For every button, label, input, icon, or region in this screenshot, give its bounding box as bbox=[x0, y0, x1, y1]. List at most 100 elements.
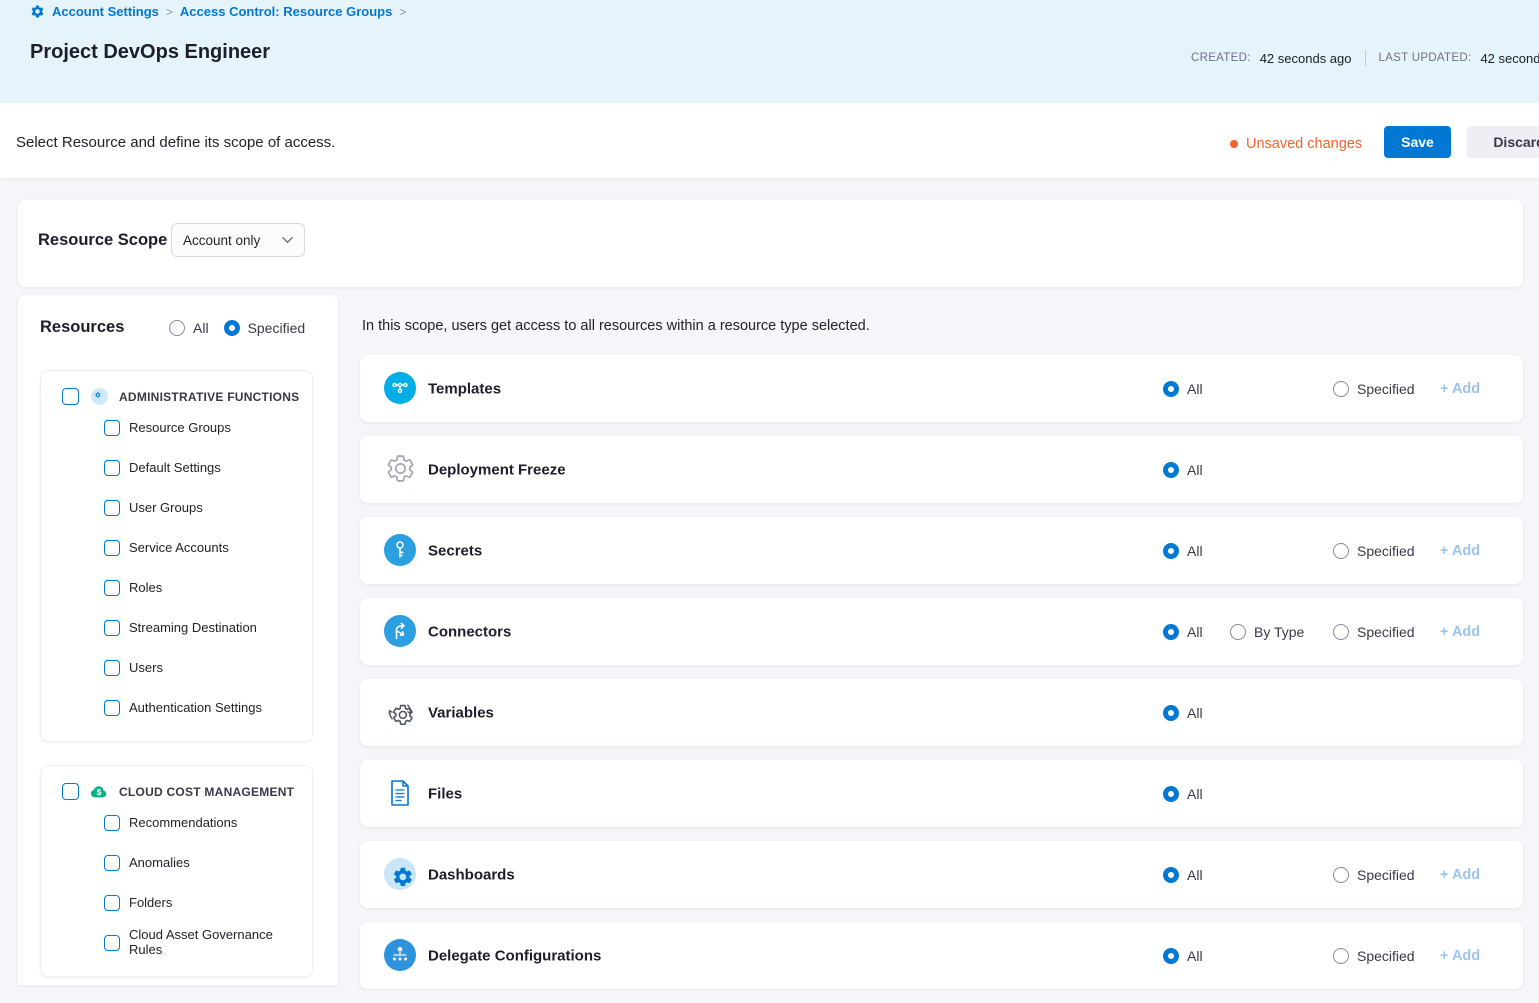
svg-text:$: $ bbox=[97, 787, 102, 797]
radio-icon[interactable] bbox=[1333, 624, 1349, 640]
resource-type-item[interactable]: Authentication Settings bbox=[104, 688, 302, 728]
breadcrumb: Account Settings > Access Control: Resou… bbox=[30, 4, 406, 19]
radio-option-by-type[interactable]: By Type bbox=[1230, 624, 1304, 640]
radio-option-specified[interactable]: Specified bbox=[1333, 624, 1415, 640]
radio-icon[interactable] bbox=[1163, 624, 1179, 640]
breadcrumb-account-settings[interactable]: Account Settings bbox=[52, 4, 159, 19]
item-checkbox[interactable] bbox=[104, 460, 120, 476]
radio-option-all[interactable]: All bbox=[1163, 867, 1203, 883]
resource-type-item[interactable]: Folders bbox=[104, 883, 302, 923]
radio-option-all[interactable]: All bbox=[1163, 948, 1203, 964]
cloud-dollar-icon: $ bbox=[90, 783, 108, 801]
add-link[interactable]: + Add bbox=[1440, 624, 1480, 640]
item-label: Streaming Destination bbox=[129, 621, 257, 636]
resource-row: Templates AllSpecified+ Add bbox=[360, 355, 1523, 422]
resource-row-label: Dashboards bbox=[428, 866, 515, 883]
add-link[interactable]: + Add bbox=[1440, 867, 1480, 883]
radio-option-specified[interactable]: Specified bbox=[1333, 867, 1415, 883]
resource-row: Dashboards All Specified + Add bbox=[360, 841, 1523, 908]
discard-button[interactable]: Discard bbox=[1467, 126, 1539, 158]
resource-type-item[interactable]: Default Settings bbox=[104, 448, 302, 488]
group-checkbox[interactable] bbox=[62, 783, 79, 800]
save-button[interactable]: Save bbox=[1384, 126, 1451, 158]
item-checkbox[interactable] bbox=[104, 660, 120, 676]
radio-icon[interactable] bbox=[1333, 543, 1349, 559]
radio-icon[interactable] bbox=[1163, 786, 1179, 802]
meta-divider bbox=[1365, 50, 1366, 66]
resource-type-item[interactable]: Anomalies bbox=[104, 843, 302, 883]
radio-option-all[interactable]: All bbox=[1163, 462, 1203, 478]
radio-icon[interactable] bbox=[1163, 381, 1179, 397]
resource-row: Files All bbox=[360, 760, 1523, 827]
radio-option-all[interactable]: All bbox=[1163, 624, 1203, 640]
resource-type-item[interactable]: Cloud Asset Governance Rules bbox=[104, 923, 302, 963]
last-updated-label: LAST UPDATED: bbox=[1379, 52, 1472, 64]
group-header[interactable]: ADMINISTRATIVE FUNCTIONS bbox=[41, 371, 312, 408]
radio-icon[interactable] bbox=[1163, 948, 1179, 964]
resource-scope-select[interactable]: Account only bbox=[171, 223, 305, 257]
add-link[interactable]: + Add bbox=[1440, 543, 1480, 559]
radio-option-specified[interactable]: Specified bbox=[1333, 543, 1415, 559]
add-link[interactable]: + Add bbox=[1440, 381, 1480, 397]
item-checkbox[interactable] bbox=[104, 700, 120, 716]
resource-group-card: ADMINISTRATIVE FUNCTIONS Resource Groups… bbox=[40, 370, 313, 742]
item-checkbox[interactable] bbox=[104, 815, 120, 831]
radio-icon[interactable] bbox=[1333, 381, 1349, 397]
radio-option-specified[interactable]: Specified bbox=[224, 320, 306, 336]
files-icon bbox=[384, 777, 416, 809]
item-checkbox[interactable] bbox=[104, 420, 120, 436]
resource-row: Secrets AllSpecified+ Add bbox=[360, 517, 1523, 584]
resource-type-item[interactable]: Recommendations bbox=[104, 803, 302, 843]
item-checkbox[interactable] bbox=[104, 895, 120, 911]
page-title: Project DevOps Engineer bbox=[30, 41, 270, 64]
group-checkbox[interactable] bbox=[62, 388, 79, 405]
group-items: Recommendations Anomalies Folders Cloud … bbox=[41, 803, 312, 976]
radio-icon[interactable] bbox=[1163, 462, 1179, 478]
item-label: Authentication Settings bbox=[129, 701, 262, 716]
radio-option-all[interactable]: All bbox=[1163, 543, 1203, 559]
resource-type-item[interactable]: Service Accounts bbox=[104, 528, 302, 568]
item-label: Anomalies bbox=[129, 856, 190, 871]
item-checkbox[interactable] bbox=[104, 855, 120, 871]
radio-icon[interactable] bbox=[1333, 948, 1349, 964]
radio-option-specified[interactable]: Specified bbox=[1333, 381, 1415, 397]
radio-icon[interactable] bbox=[1163, 705, 1179, 721]
radio-option-all[interactable]: All bbox=[169, 320, 209, 336]
radio-icon[interactable] bbox=[169, 320, 185, 336]
radio-icon[interactable] bbox=[1163, 867, 1179, 883]
radio-icon[interactable] bbox=[1163, 543, 1179, 559]
sidebar-groups: ADMINISTRATIVE FUNCTIONS Resource Groups… bbox=[40, 370, 313, 977]
item-label: Cloud Asset Governance Rules bbox=[129, 928, 299, 958]
item-label: Recommendations bbox=[129, 816, 237, 831]
resource-type-item[interactable]: Resource Groups bbox=[104, 408, 302, 448]
radio-icon[interactable] bbox=[1333, 867, 1349, 883]
item-checkbox[interactable] bbox=[104, 500, 120, 516]
resource-row: Deployment Freeze All bbox=[360, 436, 1523, 503]
radio-icon[interactable] bbox=[1230, 624, 1246, 640]
item-checkbox[interactable] bbox=[104, 540, 120, 556]
delegate-configurations-icon bbox=[384, 939, 416, 971]
item-checkbox[interactable] bbox=[104, 580, 120, 596]
breadcrumb-access-control[interactable]: Access Control: Resource Groups bbox=[180, 4, 392, 19]
resource-type-item[interactable]: Streaming Destination bbox=[104, 608, 302, 648]
resource-row-label: Variables bbox=[428, 704, 494, 721]
group-header[interactable]: $ CLOUD COST MANAGEMENT bbox=[41, 766, 312, 803]
resource-type-item[interactable]: User Groups bbox=[104, 488, 302, 528]
created-label: CREATED: bbox=[1191, 52, 1251, 64]
deployment-freeze-icon bbox=[384, 453, 416, 485]
radio-icon[interactable] bbox=[224, 320, 240, 336]
radio-option-specified[interactable]: Specified bbox=[1333, 948, 1415, 964]
add-link[interactable]: + Add bbox=[1440, 948, 1480, 964]
radio-option-all[interactable]: All bbox=[1163, 381, 1203, 397]
resources-scope-options: All Specified bbox=[169, 320, 305, 336]
radio-option-all[interactable]: All bbox=[1163, 705, 1203, 721]
resource-type-item[interactable]: Users bbox=[104, 648, 302, 688]
breadcrumb-separator: > bbox=[166, 5, 173, 19]
resource-scope-value: Account only bbox=[183, 233, 260, 248]
resource-type-item[interactable]: Roles bbox=[104, 568, 302, 608]
resource-rows: Templates AllSpecified+ Add Deployment F… bbox=[360, 355, 1523, 1003]
radio-option-all[interactable]: All bbox=[1163, 786, 1203, 802]
item-checkbox[interactable] bbox=[104, 620, 120, 636]
last-updated-value: 42 seconds ago bbox=[1480, 51, 1539, 66]
item-checkbox[interactable] bbox=[104, 935, 120, 951]
